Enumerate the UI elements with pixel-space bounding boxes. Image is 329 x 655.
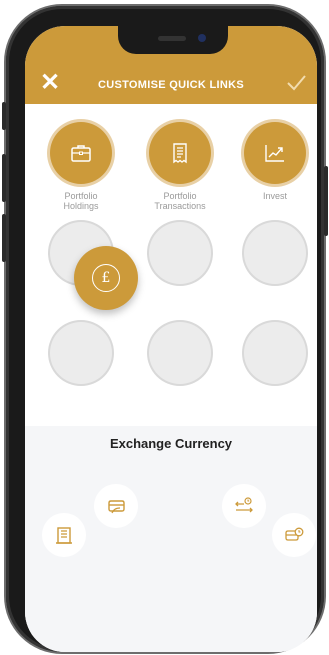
empty-slot[interactable] [50,322,112,384]
briefcase-icon [71,145,91,162]
card-icon[interactable] [94,484,138,528]
power-button [324,166,328,236]
silent-switch [2,102,6,130]
volume-down-button [2,214,6,262]
empty-slot[interactable] [244,322,306,384]
dragging-quick-link[interactable]: £ [74,246,138,310]
exchange-arrows-icon[interactable] [222,484,266,528]
label-portfolio-transactions: Portfolio Transactions [135,191,225,211]
section-heading: Exchange Currency [109,436,233,451]
quick-link-portfolio-holdings[interactable] [50,122,112,184]
receipt-icon [173,143,187,164]
label-line: Transactions [154,201,206,211]
label-portfolio-holdings: Portfolio Holdings [36,191,126,211]
phone-frame: ✕ CUSTOMISE QUICK LINKS Portfolio Holding… [2,6,328,652]
quick-link-invest[interactable] [244,122,306,184]
quick-link-portfolio-transactions[interactable] [149,122,211,184]
card-clock-icon[interactable] [272,513,316,557]
label-line: Holdings [63,201,99,211]
pound-icon: £ [92,264,120,292]
label-line: Portfolio [163,191,197,201]
bank-icon[interactable] [42,513,86,557]
volume-up-button [2,154,6,202]
label-line: Portfolio [64,191,98,201]
app-screen: ✕ CUSTOMISE QUICK LINKS Portfolio Holding… [25,26,317,652]
page-title: CUSTOMISE QUICK LINKS [97,79,245,91]
check-icon[interactable] [285,72,307,94]
empty-slot[interactable] [149,322,211,384]
empty-slot[interactable] [244,222,306,284]
label-invest: Invest [262,191,287,201]
empty-slot[interactable] [149,222,211,284]
trend-chart-icon [265,145,284,162]
notch [118,26,228,54]
front-camera [198,34,206,42]
speaker [158,36,186,41]
